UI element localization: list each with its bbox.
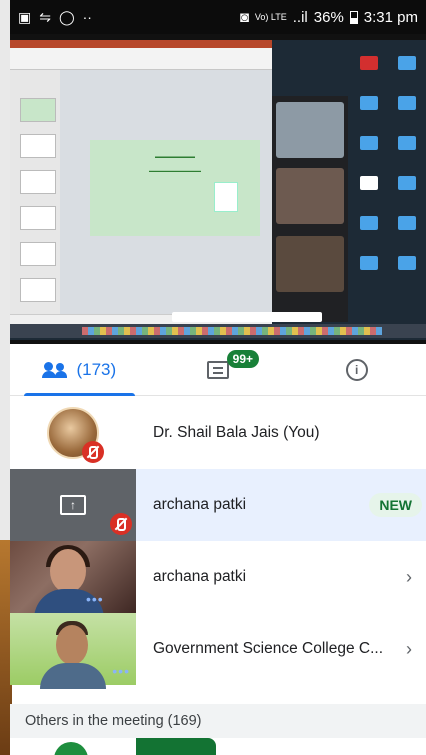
participant-name: archana patki	[153, 496, 247, 513]
signal-icon: ..il	[292, 8, 308, 26]
presentation-video[interactable]: ▬▬▬▬▬▬▬▬ ▬▬▬▬▬▬▬▬▬▬▬▬▬	[10, 34, 426, 344]
participant-name: Government Science College C...	[153, 640, 384, 657]
slide-thumb	[20, 170, 56, 194]
status-right: ◙ Vo) LTE ..il 36% 3:31 pm	[240, 9, 418, 26]
people-count: (173)	[76, 359, 117, 379]
powerpoint-window: ▬▬▬▬▬▬▬▬ ▬▬▬▬▬▬▬▬▬▬▬▬▬	[10, 40, 272, 328]
slide-body-line: ▬▬▬▬▬▬▬▬▬▬▬▬▬	[149, 168, 201, 173]
status-left: ▣ ⇋ ◯ ··	[18, 9, 92, 26]
slide-thumb	[20, 98, 56, 122]
participant-thumb: ↑	[10, 469, 136, 541]
alarm-icon: ◙	[239, 8, 249, 26]
desktop-icon	[398, 136, 416, 150]
participant-row[interactable]: ↑ archana patki NEW	[10, 469, 426, 541]
tab-chat[interactable]: 99+	[149, 344, 288, 395]
present-screen-icon: ↑	[60, 495, 86, 515]
participant-thumb	[136, 738, 216, 755]
tab-people[interactable]: (173)	[10, 344, 149, 396]
participant-name: archana patki	[153, 568, 247, 585]
desktop-icon	[398, 256, 416, 270]
avatar	[54, 742, 88, 755]
participant-row[interactable]: Dr. Shail Bala Jais (You)	[10, 397, 426, 469]
chat-unread-badge: 99+	[226, 350, 260, 368]
slide-thumb	[20, 134, 56, 158]
current-slide: ▬▬▬▬▬▬▬▬ ▬▬▬▬▬▬▬▬▬▬▬▬▬	[90, 140, 260, 236]
participant-thumb	[10, 397, 136, 469]
network-label: Vo) LTE	[254, 12, 287, 22]
participant-tile	[276, 102, 344, 158]
desktop-icon	[360, 216, 378, 230]
participant-row[interactable]: ••• Government Science College C... ›	[10, 613, 426, 689]
chat-icon	[207, 360, 229, 379]
desktop-icons	[350, 44, 426, 324]
meeting-tiles-panel	[272, 96, 348, 322]
mic-off-icon	[110, 513, 132, 535]
desktop-icon	[398, 176, 416, 190]
more-notifications-icon: ··	[82, 9, 92, 25]
whatsapp-icon: ◯	[58, 8, 75, 25]
participant-tile	[276, 168, 344, 224]
image-icon: ▣	[18, 8, 32, 25]
slide-thumb	[20, 206, 56, 230]
slide-thumbnails	[10, 70, 60, 314]
participants-list: Dr. Shail Bala Jais (You) ↑ archana patk…	[10, 397, 426, 689]
participant-video-thumb: •••	[10, 541, 136, 619]
desktop-icon	[360, 256, 378, 270]
desktop-icon	[360, 56, 378, 70]
desktop-icon	[398, 96, 416, 110]
slide-title-line: ▬▬▬▬▬▬▬▬	[155, 154, 195, 160]
meeting-tabs: (173) 99+ i	[10, 344, 426, 396]
desktop-icon	[398, 56, 416, 70]
participant-name: Dr. Shail Bala Jais (You)	[153, 424, 320, 441]
desktop-icon	[360, 96, 378, 110]
speaking-indicator-icon: •••	[112, 663, 130, 679]
dock	[10, 324, 426, 338]
participant-row[interactable]: ••• archana patki ›	[10, 541, 426, 619]
participant-video-thumb: •••	[10, 613, 136, 689]
chevron-right-icon[interactable]: ›	[392, 567, 426, 588]
meet-participants-screen: ▣ ⇋ ◯ ·· ◙ Vo) LTE ..il 36% 3:31 pm ▬▬▬▬…	[0, 0, 426, 755]
new-participant-badge: NEW	[369, 493, 422, 517]
desktop-icon	[398, 216, 416, 230]
screen-share-notice	[172, 312, 322, 322]
status-bar: ▣ ⇋ ◯ ·· ◙ Vo) LTE ..il 36% 3:31 pm	[10, 0, 426, 34]
people-icon	[42, 361, 68, 378]
desktop-icon	[360, 136, 378, 150]
slide-graphic	[214, 182, 238, 212]
battery-percent: 36%	[313, 8, 344, 26]
mic-off-icon	[82, 441, 104, 463]
info-icon: i	[345, 358, 368, 381]
wifi-calling-icon: ⇋	[39, 8, 51, 25]
clock: 3:31 pm	[363, 8, 418, 26]
ppt-ribbon	[10, 40, 272, 70]
chevron-right-icon[interactable]: ›	[392, 639, 426, 660]
tab-info[interactable]: i	[287, 344, 426, 395]
slide-thumb	[20, 242, 56, 266]
others-section-header: Others in the meeting (169)	[10, 704, 426, 738]
slide-thumb	[20, 278, 56, 302]
speaking-indicator-icon: •••	[86, 591, 104, 607]
participant-tile	[276, 236, 344, 292]
next-participant-peek	[10, 738, 426, 755]
desktop-icon	[360, 176, 378, 190]
battery-icon	[349, 10, 358, 24]
